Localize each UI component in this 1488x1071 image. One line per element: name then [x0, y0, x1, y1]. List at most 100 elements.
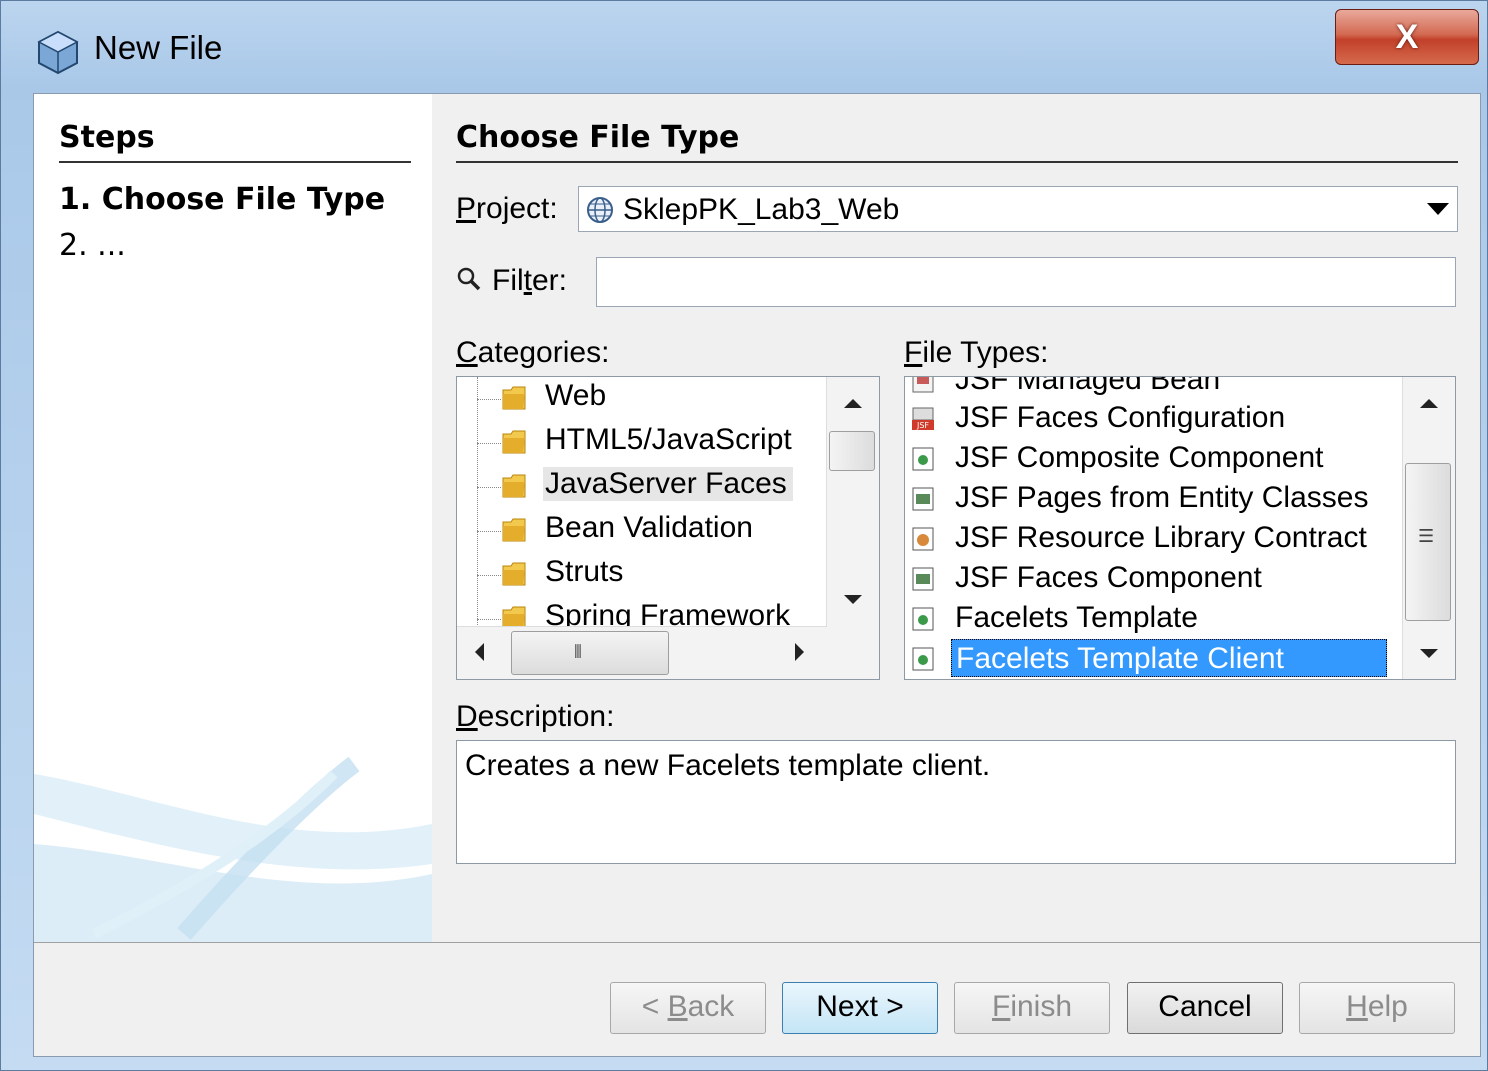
filter-label-rest: er:: [532, 264, 568, 297]
list-item-label: JSF Faces Component: [955, 561, 1262, 594]
project-label-rest: roject:: [476, 192, 558, 225]
cancel-button[interactable]: Cancel: [1127, 982, 1283, 1034]
chevron-down-icon[interactable]: [1427, 203, 1449, 215]
description-label-rest: escription:: [477, 700, 615, 733]
jsf-config-icon: JSF: [912, 407, 934, 430]
list-item[interactable]: JSF Composite Component: [905, 439, 1405, 479]
finish-button-rest: inish: [1010, 990, 1073, 1023]
close-button[interactable]: X: [1335, 9, 1479, 65]
title-bar[interactable]: New File X: [1, 1, 1487, 93]
finish-button[interactable]: Finish: [954, 982, 1110, 1034]
netbeans-cube-icon: [37, 30, 79, 75]
scroll-corner: [827, 627, 879, 679]
categories-vertical-scrollbar[interactable]: [826, 377, 879, 627]
svg-text:JSF: JSF: [916, 421, 929, 430]
list-item-label: Facelets Template Client: [951, 639, 1387, 677]
back-button-rest: ack: [687, 990, 735, 1023]
facelets-template-icon: [912, 607, 934, 631]
globe-icon: [587, 197, 613, 223]
tree-item-html5[interactable]: HTML5/JavaScript: [457, 421, 827, 465]
folder-icon: [502, 518, 526, 542]
finish-button-mnemonic: F: [991, 990, 1011, 1023]
filter-input[interactable]: [596, 257, 1456, 307]
faces-component-icon: [912, 567, 934, 591]
scroll-down-arrow-icon[interactable]: [844, 595, 862, 604]
tree-item-label: HTML5/JavaScript: [545, 423, 792, 456]
list-item[interactable]: JSF Resource Library Contract: [905, 519, 1405, 559]
button-bar-separator: [34, 942, 1480, 943]
list-item[interactable]: JSF Managed Bean: [905, 376, 1405, 401]
file-types-list[interactable]: JSF Managed Bean JSF JSF Faces Configura…: [904, 376, 1456, 680]
scroll-left-arrow-icon[interactable]: [475, 643, 484, 661]
scrollbar-thumb[interactable]: [829, 431, 875, 471]
file-types-label: File Types:: [904, 336, 1049, 370]
scrollbar-thumb[interactable]: ⦀: [511, 631, 669, 675]
tree-item-label: JavaServer Faces: [543, 467, 793, 501]
file-types-label-rest: ile Types:: [922, 336, 1049, 369]
list-item-label: JSF Pages from Entity Classes: [955, 481, 1369, 514]
filter-label: Filter:: [492, 264, 567, 298]
list-item[interactable]: JSF JSF Faces Configuration: [905, 399, 1405, 439]
project-dropdown[interactable]: SklepPK_Lab3_Web: [578, 186, 1458, 232]
scrollbar-thumb[interactable]: ☰: [1405, 463, 1451, 621]
search-icon: [457, 267, 481, 291]
help-button-mnemonic: H: [1346, 990, 1368, 1023]
tree-item-web[interactable]: Web: [457, 377, 827, 421]
managed-bean-icon: [912, 377, 934, 393]
folder-icon: [502, 474, 526, 498]
help-button[interactable]: Help: [1299, 982, 1455, 1034]
description-label-mnemonic: D: [456, 700, 478, 733]
folder-icon: [502, 430, 526, 454]
tree-item-struts[interactable]: Struts: [457, 553, 827, 597]
categories-label-rest: ategories:: [477, 336, 610, 369]
list-item[interactable]: JSF Faces Component: [905, 559, 1405, 599]
list-item[interactable]: JSF Pages from Entity Classes: [905, 479, 1405, 519]
project-label: Project:: [456, 192, 558, 226]
decorative-swoosh-graphic: [34, 756, 432, 942]
scroll-up-arrow-icon[interactable]: [844, 399, 862, 408]
description-label: Description:: [456, 700, 614, 734]
categories-label-mnemonic: C: [456, 336, 478, 369]
step-number: 2.: [59, 228, 88, 263]
page-title: Choose File Type: [456, 120, 1458, 163]
window-title: New File: [94, 29, 223, 66]
steps-panel: Steps 1. Choose File Type 2. ...: [34, 94, 432, 942]
step-number: 1.: [59, 182, 92, 217]
tree-item-label: Web: [545, 379, 607, 412]
list-item-selected[interactable]: Facelets Template Client: [905, 639, 1405, 679]
list-item-label: JSF Managed Bean: [955, 376, 1221, 396]
description-text: Creates a new Facelets template client.: [456, 740, 1456, 864]
tree-item-label: Bean Validation: [545, 511, 753, 544]
list-item[interactable]: Facelets Template: [905, 599, 1405, 639]
back-button[interactable]: < Back: [610, 982, 766, 1034]
folder-icon: [502, 562, 526, 586]
scroll-down-arrow-icon[interactable]: [1420, 649, 1438, 658]
file-types-label-mnemonic: F: [904, 336, 923, 369]
step-1: 1. Choose File Type: [59, 182, 385, 217]
list-item-label: Facelets Template: [955, 601, 1198, 634]
step-2: 2. ...: [59, 228, 126, 263]
file-types-vertical-scrollbar[interactable]: ☰: [1402, 377, 1455, 679]
scroll-up-arrow-icon[interactable]: [1420, 399, 1438, 408]
project-label-mnemonic: P: [456, 192, 477, 225]
categories-label: Categories:: [456, 336, 609, 370]
scroll-right-arrow-icon[interactable]: [795, 643, 804, 661]
filter-label-pre: Fil: [492, 264, 524, 297]
categories-tree[interactable]: Web HTML5/JavaScript JavaServer Faces Be…: [456, 376, 880, 680]
entity-pages-icon: [912, 487, 934, 511]
dialog-content: Steps 1. Choose File Type 2. ... Choose …: [33, 93, 1481, 1057]
tree-item-bean-validation[interactable]: Bean Validation: [457, 509, 827, 553]
step-label: Choose File Type: [101, 182, 386, 217]
back-button-prefix: <: [641, 990, 668, 1023]
help-button-rest: elp: [1367, 990, 1408, 1023]
next-button[interactable]: Next >: [782, 982, 938, 1034]
grip-icon: ☰: [1418, 526, 1435, 547]
folder-icon: [502, 386, 526, 410]
new-file-dialog: New File X Steps 1. Choose File Type 2. …: [0, 0, 1488, 1071]
list-item-label: JSF Resource Library Contract: [955, 521, 1367, 554]
categories-horizontal-scrollbar[interactable]: ⦀: [457, 626, 827, 679]
tree-item-javaserver-faces[interactable]: JavaServer Faces: [457, 465, 827, 509]
grip-icon: ⦀: [574, 642, 582, 663]
filter-label-mnemonic: t: [523, 264, 532, 297]
list-item-label: JSF Composite Component: [955, 441, 1324, 474]
